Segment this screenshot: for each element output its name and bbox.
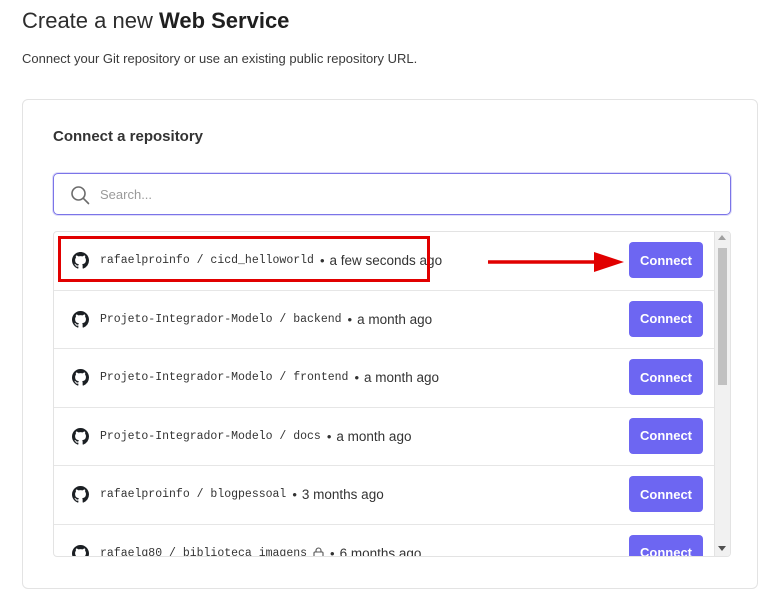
separator-dot: •	[326, 428, 332, 444]
repository-info: rafaelproinfo / blogpessoal • 3 months a…	[100, 466, 384, 523]
separator-dot: •	[319, 253, 325, 268]
github-icon	[72, 544, 89, 556]
repository-list[interactable]: rafaelproinfo / cicd_helloworld • a few …	[53, 231, 731, 557]
repository-row: Projeto-Integrador-Modelo / docs • a mon…	[54, 408, 714, 467]
github-icon	[72, 369, 89, 386]
repository-info: Projeto-Integrador-Modelo / docs • a mon…	[100, 408, 411, 465]
repository-info: Projeto-Integrador-Modelo / backend • a …	[100, 291, 432, 348]
repository-updated: a few seconds ago	[329, 253, 443, 268]
scroll-thumb[interactable]	[718, 248, 727, 385]
page-title: Create a new Web Service	[22, 6, 289, 36]
repository-row: Projeto-Integrador-Modelo / backend • a …	[54, 291, 714, 350]
connect-button[interactable]: Connect	[629, 359, 703, 396]
repository-info: rafaelproinfo / cicd_helloworld • a few …	[100, 232, 442, 289]
repository-name[interactable]: rafaelq80 / biblioteca_imagens	[100, 547, 307, 556]
separator-dot: •	[330, 545, 335, 557]
lock-icon	[313, 547, 324, 556]
repository-updated: a month ago	[357, 311, 433, 327]
scroll-down-arrow-icon[interactable]	[718, 546, 726, 551]
repository-updated: 6 months ago	[339, 545, 422, 557]
repository-name[interactable]: rafaelproinfo / blogpessoal	[100, 488, 286, 501]
repository-info: Projeto-Integrador-Modelo / frontend • a…	[100, 349, 439, 406]
repository-row: Projeto-Integrador-Modelo / frontend • a…	[54, 349, 714, 408]
scroll-up-arrow-icon[interactable]	[718, 235, 726, 240]
repository-name[interactable]: Projeto-Integrador-Modelo / backend	[100, 313, 342, 326]
repository-updated: a month ago	[336, 428, 412, 444]
repository-info: rafaelq80 / biblioteca_imagens • 6 month…	[100, 525, 422, 557]
search-icon	[71, 186, 90, 205]
connect-repository-card: Connect a repository rafaelproinfo / cic…	[22, 99, 758, 589]
page-title-emphasis: Web Service	[158, 8, 290, 33]
separator-dot: •	[347, 311, 353, 327]
github-icon	[72, 252, 89, 269]
repository-row: rafaelproinfo / blogpessoal • 3 months a…	[54, 466, 714, 525]
separator-dot: •	[292, 487, 297, 503]
connect-button[interactable]: Connect	[629, 534, 703, 556]
connect-button[interactable]: Connect	[629, 242, 703, 278]
repository-row: rafaelq80 / biblioteca_imagens • 6 month…	[54, 525, 714, 557]
separator-dot: •	[354, 370, 360, 386]
scrollbar[interactable]	[714, 232, 730, 556]
github-icon	[72, 486, 89, 503]
repository-row: rafaelproinfo / cicd_helloworld • a few …	[54, 232, 714, 291]
repository-name[interactable]: Projeto-Integrador-Modelo / docs	[100, 430, 321, 443]
page-title-prefix: Create a new	[22, 8, 159, 33]
github-icon	[72, 427, 89, 445]
search-box[interactable]	[53, 173, 731, 215]
repository-name[interactable]: rafaelproinfo / cicd_helloworld	[100, 254, 314, 267]
github-icon	[72, 310, 89, 328]
connect-button[interactable]: Connect	[629, 476, 703, 513]
connect-button[interactable]: Connect	[629, 417, 703, 454]
card-heading: Connect a repository	[53, 128, 204, 145]
repository-name[interactable]: Projeto-Integrador-Modelo / frontend	[100, 371, 348, 384]
connect-button[interactable]: Connect	[629, 300, 703, 337]
repository-rows: rafaelproinfo / cicd_helloworld • a few …	[54, 232, 714, 557]
repository-updated: 3 months ago	[301, 487, 384, 503]
repository-updated: a month ago	[364, 370, 440, 386]
page-subtitle: Connect your Git repository or use an ex…	[22, 51, 418, 66]
search-input[interactable]	[100, 174, 720, 214]
